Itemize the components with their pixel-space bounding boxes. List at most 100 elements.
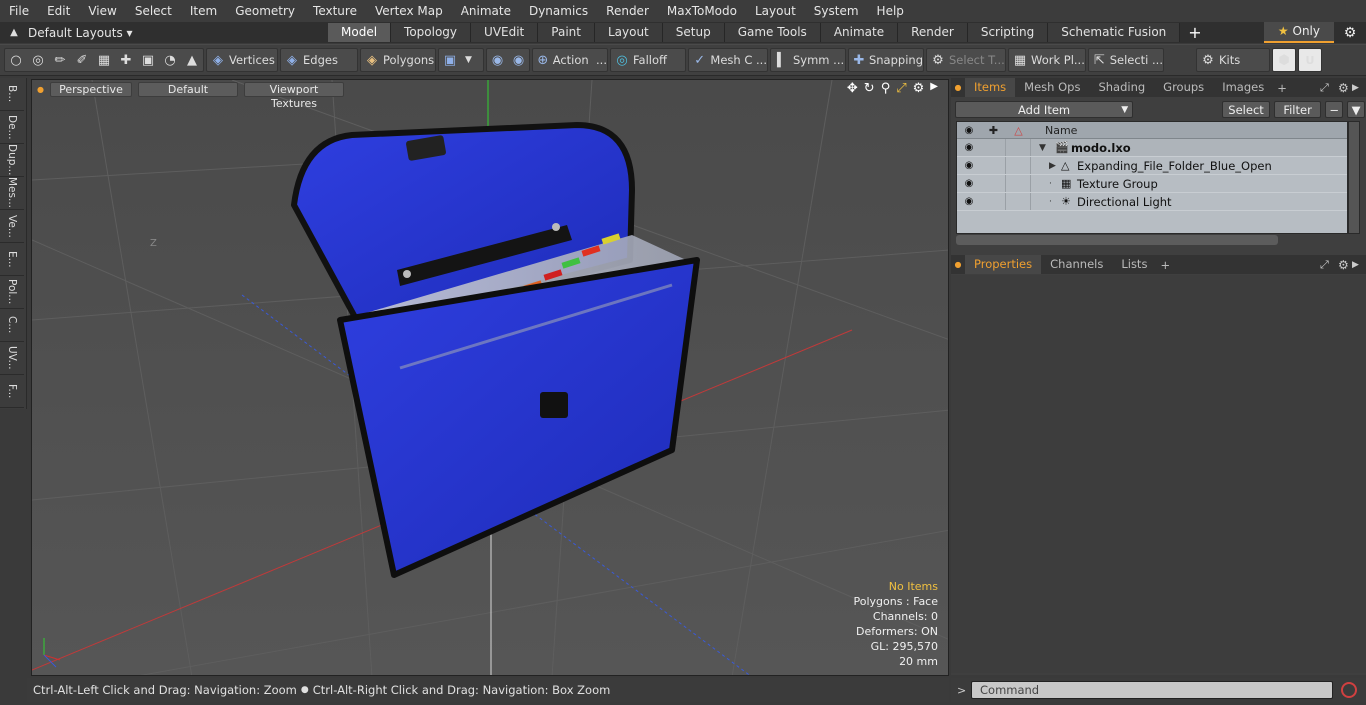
falloff-button[interactable]: ◎ Falloff — [610, 48, 686, 72]
menu-view[interactable]: View — [79, 0, 125, 22]
left-strip-tab[interactable]: Dup... — [0, 144, 24, 177]
filter-button[interactable]: Filter — [1273, 100, 1322, 118]
kits-button[interactable]: ⚙ Kits — [1196, 48, 1270, 72]
menu-render[interactable]: Render — [597, 0, 658, 22]
add-tab-icon[interactable]: + — [1188, 23, 1201, 42]
circle-select-icon[interactable]: ○ — [5, 49, 27, 71]
tab-scripting[interactable]: Scripting — [967, 23, 1049, 42]
lock-cell[interactable] — [981, 193, 1006, 210]
menu-edit[interactable]: Edit — [38, 0, 79, 22]
pivot-icon[interactable]: ◉ — [508, 49, 529, 71]
menu-select[interactable]: Select — [126, 0, 181, 22]
add-item-dropdown[interactable]: Add Item ▼ — [955, 100, 1134, 118]
tab-game-tools[interactable]: Game Tools — [724, 23, 821, 42]
item-mode-dropdown[interactable]: ▣ ▼ — [438, 48, 484, 72]
transform-icon[interactable]: ✚ — [115, 49, 137, 71]
edges-button[interactable]: ◈ Edges — [280, 48, 358, 72]
expand-arrow-icon[interactable]: ▶ — [1049, 161, 1061, 171]
snapping-button[interactable]: ✚ Snapping — [848, 48, 924, 72]
expand-arrow-icon[interactable]: ▶ — [930, 81, 938, 96]
type-column-icon[interactable]: △ — [1006, 124, 1031, 137]
layout-selector[interactable]: Default Layouts ▾ — [28, 26, 328, 40]
menu-animate[interactable]: Animate — [452, 0, 520, 22]
gear-icon[interactable]: ⚙ — [1334, 25, 1366, 41]
left-strip-tab[interactable]: Mes... — [0, 177, 24, 210]
menu-system[interactable]: System — [805, 0, 868, 22]
record-icon[interactable] — [1341, 682, 1357, 698]
material-icon[interactable]: ◉ — [487, 49, 508, 71]
tree-row[interactable]: ◉ · ▦ Texture Group — [957, 175, 1347, 193]
tab-paint[interactable]: Paint — [538, 23, 595, 42]
select-through-button[interactable]: ⚙ Select T... — [926, 48, 1006, 72]
action-button[interactable]: ⊕ Action ... — [532, 48, 608, 72]
tree-scrollbar[interactable] — [1348, 121, 1360, 234]
only-button[interactable]: ★ Only — [1263, 22, 1334, 43]
pan-icon[interactable]: ✥ — [847, 81, 858, 96]
orbit-icon[interactable]: ↻ — [864, 81, 875, 96]
menu-maxtomodo[interactable]: MaxToModo — [658, 0, 746, 22]
left-strip-tab[interactable]: Pol... — [0, 276, 24, 309]
mesh-constraint-button[interactable]: ✓ Mesh C ... — [688, 48, 768, 72]
eye-icon[interactable]: ◉ — [957, 196, 981, 207]
unity-icon[interactable]: ⬢ — [1272, 48, 1296, 72]
props-tab-channels[interactable]: Channels — [1041, 255, 1112, 274]
lock-cell[interactable] — [981, 175, 1006, 192]
collapse-arrow-icon[interactable]: ▼ — [1039, 143, 1051, 153]
vertices-button[interactable]: ◈ Vertices — [206, 48, 278, 72]
menu-help[interactable]: Help — [868, 0, 913, 22]
props-arrow-icon[interactable]: ▶ — [1352, 260, 1366, 270]
add-props-tab-icon[interactable]: + — [1160, 258, 1170, 272]
command-input[interactable]: Command — [971, 681, 1333, 699]
props-expand-icon[interactable]: ⤢ — [1320, 258, 1338, 272]
props-tab-lists[interactable]: Lists — [1112, 255, 1156, 274]
collapse-icon[interactable]: − — [1325, 100, 1344, 118]
lock-cell[interactable] — [981, 157, 1006, 174]
lock-column-icon[interactable]: ✚ — [981, 124, 1006, 137]
props-tab-properties[interactable]: Properties — [965, 255, 1042, 274]
panel-expand-icon[interactable]: ⤢ — [1320, 81, 1338, 95]
layout-arrow-icon[interactable]: ▲ — [0, 27, 28, 38]
items-tab-mesh-ops[interactable]: Mesh Ops — [1015, 78, 1089, 97]
globe-icon[interactable]: ◎ — [27, 49, 49, 71]
funnel-icon[interactable]: ▼ — [1347, 100, 1365, 118]
tab-uvedit[interactable]: UVEdit — [471, 23, 539, 42]
lock-cell[interactable] — [981, 139, 1006, 156]
items-tab-shading[interactable]: Shading — [1089, 78, 1154, 97]
left-strip-tab[interactable]: De... — [0, 111, 24, 144]
pen-icon[interactable]: ✏ — [49, 49, 71, 71]
viewport-textures-button[interactable]: Viewport Textures — [243, 81, 344, 110]
panel-arrow-icon[interactable]: ▶ — [1352, 83, 1366, 93]
tab-animate[interactable]: Animate — [820, 23, 899, 42]
left-strip-tab[interactable]: UV... — [0, 342, 24, 375]
select-button[interactable]: Select — [1222, 100, 1270, 118]
left-strip-tab[interactable]: F... — [0, 375, 24, 408]
viewport-gear-icon[interactable]: ⚙ — [913, 81, 925, 96]
menu-texture[interactable]: Texture — [304, 0, 366, 22]
shield-icon[interactable]: ▲ — [181, 49, 203, 71]
menu-file[interactable]: File — [0, 0, 38, 22]
menu-geometry[interactable]: Geometry — [226, 0, 304, 22]
menu-dynamics[interactable]: Dynamics — [520, 0, 597, 22]
3d-viewport[interactable]: ● Perspective Default Viewport Textures … — [31, 79, 949, 676]
perspective-button[interactable]: Perspective — [49, 81, 132, 97]
polygons-button[interactable]: ◈ Polygons — [360, 48, 436, 72]
tab-setup[interactable]: Setup — [662, 23, 725, 42]
box-icon[interactable]: ▣ — [137, 49, 159, 71]
tab-model[interactable]: Model — [328, 23, 392, 42]
eye-icon[interactable]: ◉ — [957, 178, 981, 189]
tree-row[interactable]: ◉ ▼ 🎬 modo.lxo — [957, 139, 1347, 157]
tab-render[interactable]: Render — [898, 23, 968, 42]
tree-row[interactable]: ◉ · ☀ Directional Light — [957, 193, 1347, 211]
props-gear-icon[interactable]: ⚙ — [1338, 258, 1352, 272]
shading-default-button[interactable]: Default — [137, 81, 238, 97]
left-strip-tab[interactable]: B... — [0, 78, 24, 111]
items-tab-items[interactable]: Items — [965, 78, 1016, 97]
eye-icon[interactable]: ◉ — [957, 160, 981, 171]
items-tab-groups[interactable]: Groups — [1154, 78, 1213, 97]
move-icon[interactable]: ▦ — [93, 49, 115, 71]
tab-topology[interactable]: Topology — [391, 23, 472, 42]
items-tab-images[interactable]: Images — [1213, 78, 1273, 97]
selection-sets-button[interactable]: ⇱ Selecti ... — [1088, 48, 1164, 72]
brush-icon[interactable]: ✐ — [71, 49, 93, 71]
symmetry-button[interactable]: ▍ Symm ... — [770, 48, 846, 72]
